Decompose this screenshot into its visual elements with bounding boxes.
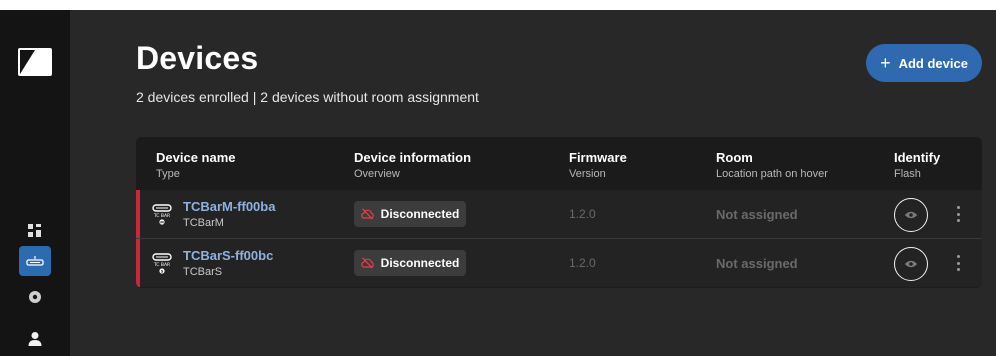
- column-title: Device name: [156, 150, 236, 165]
- icon-badge: S: [161, 269, 164, 273]
- device-name-link[interactable]: TCBarM-ff00ba: [183, 199, 275, 214]
- column-header-device-information[interactable]: Device information Overview: [354, 150, 471, 180]
- table-row[interactable]: TC BAR S TCBarS-ff00bc TCBarS Disconnect…: [136, 239, 982, 287]
- column-title: Identify: [894, 150, 941, 165]
- identify-flash-button[interactable]: [894, 247, 928, 281]
- status-text: Disconnected: [380, 256, 460, 270]
- column-subtitle: Flash: [894, 168, 921, 180]
- more-options-icon[interactable]: [952, 203, 964, 225]
- table-row[interactable]: TC BAR M TCBarM-ff00ba TCBarM Disconnect…: [136, 190, 982, 238]
- status-text: Disconnected: [380, 207, 460, 221]
- column-header-device-name[interactable]: Device name Type: [156, 150, 236, 180]
- app-frame: Devices 2 devices enrolled | 2 devices w…: [0, 10, 996, 356]
- column-subtitle: Overview: [354, 168, 400, 180]
- sidebar-item-dashboard[interactable]: [19, 216, 51, 246]
- firmware-version: 1.2.0: [569, 256, 596, 270]
- icon-badge: M: [160, 220, 164, 224]
- user-icon: [28, 332, 42, 346]
- location-pin-icon: [29, 291, 41, 303]
- column-subtitle: Version: [569, 168, 606, 180]
- identify-flash-button[interactable]: [894, 198, 928, 232]
- column-title: Room: [716, 150, 753, 165]
- status-indicator-bar: [136, 190, 140, 238]
- cloud-off-icon: [360, 257, 374, 269]
- add-device-button[interactable]: + Add device: [866, 44, 982, 82]
- logo-mark: [20, 50, 50, 74]
- table-header: Device name Type Device information Over…: [136, 137, 982, 190]
- firmware-version: 1.2.0: [569, 207, 596, 221]
- eye-icon: [904, 211, 918, 219]
- status-badge: Disconnected: [354, 201, 466, 227]
- column-subtitle: Location path on hover: [716, 168, 828, 180]
- more-options-icon[interactable]: [952, 252, 964, 274]
- plus-icon: +: [880, 53, 891, 73]
- column-header-firmware[interactable]: Firmware Version: [569, 150, 627, 180]
- device-type: TCBarM: [183, 217, 224, 229]
- eye-icon: [904, 260, 918, 268]
- tc-bar-device-icon: TC BAR M: [152, 204, 172, 225]
- room-assignment: Not assigned: [716, 207, 798, 222]
- column-title: Firmware: [569, 150, 627, 165]
- sidebar-item-locations[interactable]: [19, 283, 51, 313]
- page-title: Devices: [136, 40, 259, 76]
- device-type: TCBarS: [183, 266, 223, 278]
- sidebar: [0, 10, 70, 356]
- icon-text: TC BAR: [153, 262, 170, 268]
- sidebar-item-users[interactable]: [19, 324, 51, 354]
- cloud-off-icon: [360, 208, 374, 220]
- sidebar-item-devices[interactable]: [19, 246, 51, 276]
- room-assignment: Not assigned: [716, 256, 798, 271]
- column-subtitle: Type: [156, 168, 180, 180]
- add-device-label: Add device: [898, 55, 968, 71]
- page-subtitle: 2 devices enrolled | 2 devices without r…: [136, 89, 479, 105]
- column-title: Device information: [354, 150, 472, 165]
- tc-bar-device-icon: TC BAR S: [152, 253, 172, 274]
- status-badge: Disconnected: [354, 250, 466, 276]
- icon-text: TC BAR: [153, 213, 170, 219]
- device-bar-icon: [26, 256, 44, 266]
- column-header-room[interactable]: Room Location path on hover: [716, 150, 828, 180]
- device-name-link[interactable]: TCBarS-ff00bc: [183, 248, 273, 263]
- column-header-identify: Identify Flash: [894, 150, 940, 180]
- devices-table: Device name Type Device information Over…: [136, 137, 982, 288]
- sennheiser-logo[interactable]: [18, 48, 52, 76]
- grid-icon: [28, 224, 41, 237]
- status-indicator-bar: [136, 239, 140, 287]
